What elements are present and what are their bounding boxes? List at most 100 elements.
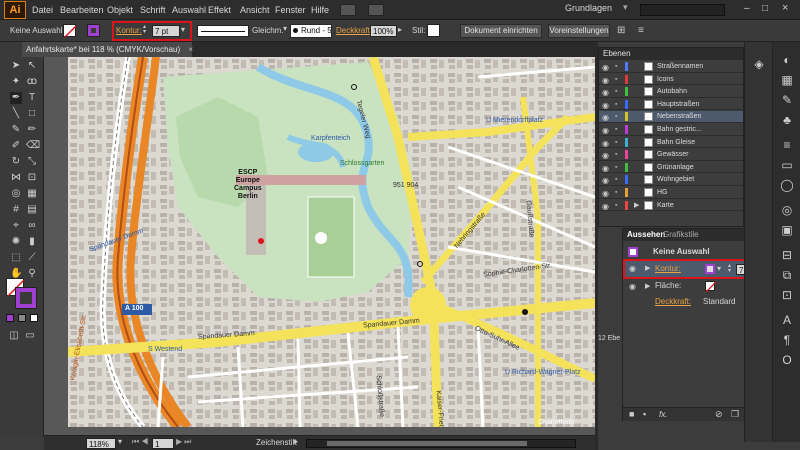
layer-row[interactable]: ◉ ▪ Bahn gestric... xyxy=(599,124,743,136)
layer-row[interactable]: ◉ ▪ Straßennamen xyxy=(599,61,743,73)
chevron-right-icon[interactable]: ▸ xyxy=(294,437,298,446)
scale-tool-icon[interactable]: ⤡ xyxy=(26,156,38,168)
color-icon[interactable]: ◐ xyxy=(779,52,795,68)
preferences-button[interactable]: Voreinstellungen xyxy=(548,24,610,38)
document-tab[interactable]: Anfahrtskarte* bei 118 % (CMYK/Vorschau)… xyxy=(22,42,193,57)
chevron-down-icon[interactable]: ▾ xyxy=(118,437,122,446)
gradient-mode-icon[interactable] xyxy=(18,314,26,322)
chevron-down-icon[interactable]: ▾ xyxy=(181,25,185,34)
free-transform-tool-icon[interactable]: ⊡ xyxy=(26,172,38,184)
rotate-tool-icon[interactable]: ↻ xyxy=(10,156,22,168)
character-icon[interactable]: A xyxy=(779,312,795,328)
column-graph-tool-icon[interactable]: ▮ xyxy=(26,236,38,248)
pen-tool-icon[interactable]: ✒ xyxy=(10,92,22,104)
lock-icon[interactable]: ▪ xyxy=(615,137,617,148)
tab-graphic-styles[interactable]: Grafikstile xyxy=(663,229,699,241)
fill-swatch[interactable] xyxy=(63,24,77,38)
artboard-map[interactable]: ESCP Europe Campus Berlin A 100 Spandauer D… xyxy=(68,57,595,427)
arrange-documents-icon[interactable] xyxy=(368,4,384,16)
search-input[interactable] xyxy=(640,4,725,16)
stroke-stepper[interactable]: ▴ ▾ xyxy=(143,24,149,36)
opacity-input[interactable]: 100% xyxy=(370,25,397,37)
rectangle-tool-icon[interactable]: □ xyxy=(26,108,38,120)
width-tool-icon[interactable]: ⋈ xyxy=(10,172,22,184)
eraser-tool-icon[interactable]: ⌫ xyxy=(26,140,40,152)
symbol-sprayer-tool-icon[interactable]: ✺ xyxy=(10,236,22,248)
chevron-down-icon[interactable]: ▾ xyxy=(717,264,721,273)
slice-tool-icon[interactable]: ⟋ xyxy=(26,252,38,264)
lock-icon[interactable]: ▪ xyxy=(615,99,617,110)
new-fill-icon[interactable]: ▪ xyxy=(643,409,646,419)
workspace-switcher[interactable]: Grundlagen xyxy=(565,3,612,13)
brushes-icon[interactable]: ✎ xyxy=(779,92,795,108)
maximize-icon[interactable]: □ xyxy=(762,3,768,14)
gradient-panel-icon[interactable]: ▭ xyxy=(779,157,795,173)
lock-icon[interactable]: ▪ xyxy=(615,162,617,173)
eye-icon[interactable]: ◉ xyxy=(602,112,609,123)
pencil-tool-icon[interactable]: ✏ xyxy=(26,124,38,136)
layer-row[interactable]: ◉ ▪ Bahn Gleise xyxy=(599,137,743,149)
eyedropper-tool-icon[interactable]: ⌖ xyxy=(10,220,22,232)
tab-appearance[interactable]: Aussehen xyxy=(627,229,665,241)
appearance-stroke-label[interactable]: Kontur: xyxy=(655,262,681,276)
tab-close-icon[interactable]: × xyxy=(188,45,193,54)
artboard-next-icons[interactable]: ▶⏭ xyxy=(176,437,193,447)
eye-icon[interactable]: ◉ xyxy=(602,100,609,111)
disclosure-triangle-icon[interactable]: ▶ xyxy=(645,264,650,272)
eye-icon[interactable]: ◉ xyxy=(602,62,609,73)
layers-dock-icon[interactable]: ◈ xyxy=(751,56,767,72)
graphic-style-swatch[interactable] xyxy=(427,24,440,37)
eye-icon[interactable]: ◉ xyxy=(629,264,636,273)
stroke-weight-input[interactable]: 7 pt xyxy=(152,25,180,37)
lock-icon[interactable]: ▪ xyxy=(615,124,617,135)
draw-mode-icon[interactable]: ◫ xyxy=(8,330,20,342)
graphic-styles-icon[interactable]: ▣ xyxy=(779,222,795,238)
shape-builder-tool-icon[interactable]: ◎ xyxy=(10,188,22,200)
menu-ansicht[interactable]: Ansicht xyxy=(240,3,270,17)
eye-icon[interactable]: ◉ xyxy=(602,87,609,98)
line-tool-icon[interactable]: ╲ xyxy=(10,108,22,120)
stroke-panel-icon[interactable]: ≡ xyxy=(779,137,795,153)
chevron-down-icon[interactable]: ▾ xyxy=(283,24,287,33)
layer-row[interactable]: ◉ ▪ HG xyxy=(599,187,743,199)
menu-schrift[interactable]: Schrift xyxy=(140,3,166,17)
magic-wand-tool-icon[interactable]: ✦ xyxy=(10,76,22,88)
chevron-right-icon[interactable]: ▸ xyxy=(398,25,402,34)
layer-row[interactable]: ◉ ▪ Gewässer xyxy=(599,149,743,161)
eye-icon[interactable]: ◉ xyxy=(602,188,609,199)
lock-icon[interactable]: ▪ xyxy=(615,61,617,72)
document-setup-button[interactable]: Dokument einrichten xyxy=(460,24,542,38)
lock-icon[interactable]: ▪ xyxy=(615,174,617,185)
bridge-icon[interactable] xyxy=(340,4,356,16)
add-effect-icon[interactable]: fx. xyxy=(659,408,667,422)
lock-icon[interactable]: ▪ xyxy=(615,200,617,211)
minimize-icon[interactable]: – xyxy=(744,3,750,14)
paragraph-icon[interactable]: ¶ xyxy=(779,332,795,348)
eye-icon[interactable]: ◉ xyxy=(629,282,636,291)
menu-hilfe[interactable]: Hilfe xyxy=(311,3,329,17)
opacity-label[interactable]: Deckkraft: xyxy=(336,24,372,38)
layer-row[interactable]: ◉ ▪ Hauptstraßen xyxy=(599,99,743,111)
eye-icon[interactable]: ◉ xyxy=(602,201,609,212)
pathfinder-icon[interactable]: ⧉ xyxy=(779,267,795,283)
close-icon[interactable]: × xyxy=(782,2,788,14)
align-dock-icon[interactable]: ⊟ xyxy=(779,247,795,263)
eye-icon[interactable]: ◉ xyxy=(602,75,609,86)
perspective-grid-tool-icon[interactable]: ▦ xyxy=(26,188,38,200)
selection-tool-icon[interactable]: ➤ xyxy=(10,60,22,72)
lock-icon[interactable]: ▪ xyxy=(615,149,617,160)
menu-auswahl[interactable]: Auswahl xyxy=(172,3,206,17)
swatches-icon[interactable]: ▦ xyxy=(779,72,795,88)
lock-icon[interactable]: ▪ xyxy=(615,111,617,122)
lasso-tool-icon[interactable]: ꝏ xyxy=(26,76,38,88)
chevron-down-icon[interactable]: ▾ xyxy=(623,2,635,16)
appearance-opacity-label[interactable]: Deckkraft: xyxy=(655,295,691,309)
direct-selection-tool-icon[interactable]: ↖ xyxy=(26,60,38,72)
clear-appearance-icon[interactable]: ⊘ xyxy=(715,409,723,420)
menu-bearbeiten[interactable]: Bearbeiten xyxy=(60,3,104,17)
stroke-swatch[interactable] xyxy=(87,24,100,37)
appearance-fill-swatch[interactable] xyxy=(705,281,716,292)
eye-icon[interactable]: ◉ xyxy=(602,163,609,174)
opentype-icon[interactable]: O xyxy=(779,352,795,368)
mesh-tool-icon[interactable]: # xyxy=(10,204,22,216)
